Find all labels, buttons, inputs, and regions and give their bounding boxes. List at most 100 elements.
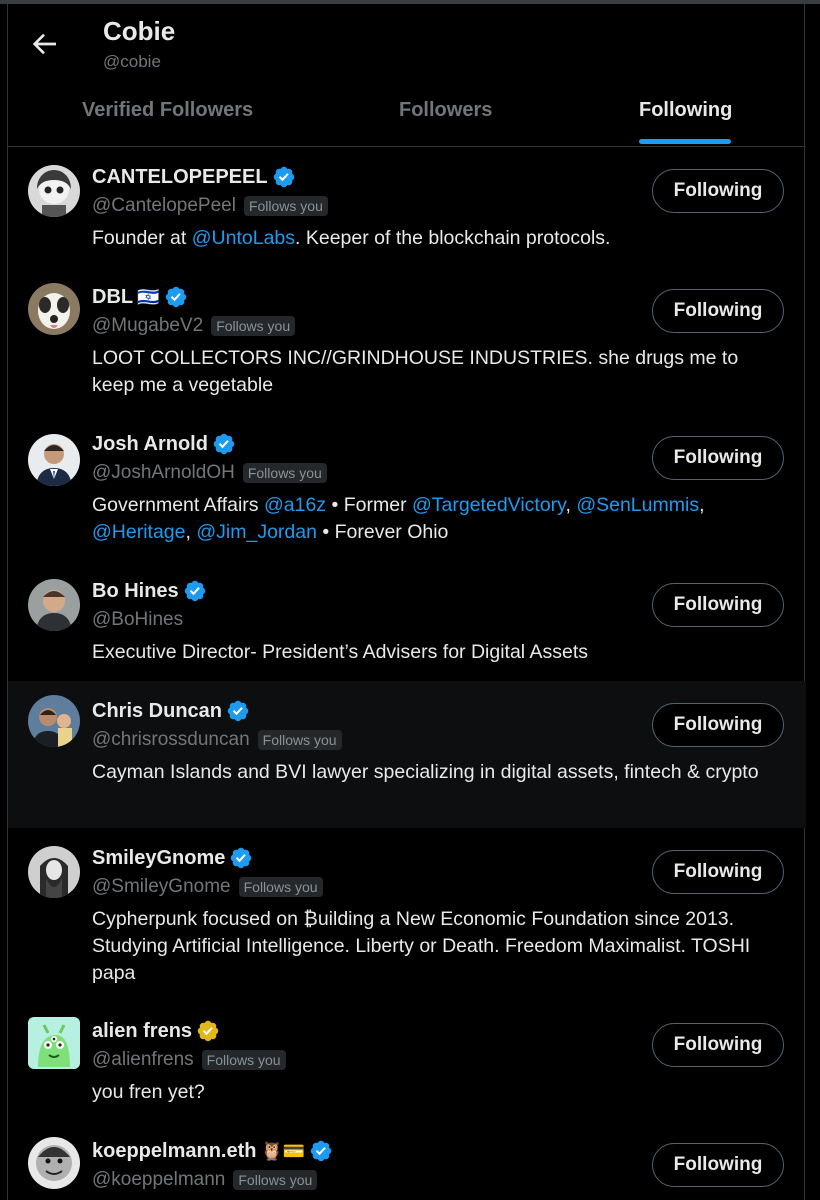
page-header: Cobie @cobie Verified Followers Follower… — [8, 4, 806, 147]
user-name-line[interactable]: Bo Hines — [92, 579, 207, 603]
user-display-name[interactable]: DBL — [92, 286, 133, 309]
avatar[interactable] — [28, 1137, 80, 1189]
user-name-line[interactable]: alien frens — [92, 1019, 220, 1043]
following-button[interactable]: Following — [652, 289, 784, 333]
page-title: Cobie — [103, 16, 176, 46]
user-bio: you fren yet? — [92, 1079, 782, 1106]
user-handle[interactable]: @koeppelmann — [92, 1169, 225, 1191]
avatar[interactable] — [28, 283, 80, 335]
following-button[interactable]: Following — [652, 703, 784, 747]
verified-badge-icon — [272, 165, 296, 189]
bio-text: , — [185, 521, 197, 543]
user-handle-line: @alienfrens Follows you — [92, 1049, 286, 1071]
user-row[interactable]: CANTELOPEPEEL @CantelopePeel Follows you Fo… — [8, 147, 806, 267]
bio-text: . Keeper of the blockchain protocols. — [295, 227, 611, 249]
user-display-name[interactable]: CANTELOPEPEEL — [92, 166, 268, 189]
user-row[interactable]: Josh Arnold @JoshArnoldOH Follows you Gover… — [8, 414, 806, 561]
user-handle[interactable]: @MugabeV2 — [92, 315, 203, 337]
user-display-name[interactable]: Bo Hines — [92, 580, 179, 603]
user-bio: Cypherpunk focused on ₿uilding a New Eco… — [92, 906, 782, 987]
user-bio: Founder at @UntoLabs. Keeper of the bloc… — [92, 225, 782, 252]
user-row[interactable]: Bo Hines @BoHines Executive Director- Pres… — [8, 561, 806, 681]
bio-text: Cayman Islands and BVI lawyer specializi… — [92, 761, 759, 783]
bio-mention-link[interactable]: @UntoLabs — [192, 227, 295, 249]
user-name-line[interactable]: koeppelmann.eth 🦉💳 — [92, 1139, 333, 1163]
user-handle-line: @chrisrossduncan Follows you — [92, 729, 342, 751]
avatar[interactable] — [28, 434, 80, 486]
bio-mention-link[interactable]: @Jim_Jordan — [196, 521, 317, 543]
follows-you-badge: Follows you — [201, 1050, 286, 1070]
user-handle[interactable]: @alienfrens — [92, 1049, 194, 1071]
bio-mention-link[interactable]: @a16z — [264, 494, 326, 516]
user-display-name[interactable]: Josh Arnold — [92, 433, 208, 456]
following-button[interactable]: Following — [652, 583, 784, 627]
bio-text: Cypherpunk focused on ₿uilding a New Eco… — [92, 908, 751, 984]
following-button[interactable]: Following — [652, 169, 784, 213]
bio-mention-link[interactable]: @SenLummis — [576, 494, 699, 516]
user-handle[interactable]: @JoshArnoldOH — [92, 462, 235, 484]
bio-text: you fren yet? — [92, 1081, 205, 1103]
user-name-line[interactable]: Chris Duncan — [92, 699, 250, 723]
name-emoji: 🦉💳 — [260, 1140, 306, 1161]
tab-verified-followers[interactable]: Verified Followers — [82, 99, 253, 122]
avatar[interactable] — [28, 1017, 80, 1069]
user-handle-line: @MugabeV2 Follows you — [92, 315, 296, 337]
follows-you-badge: Follows you — [238, 877, 323, 897]
bio-text: LOOT COLLECTORS INC//GRINDHOUSE INDUSTRI… — [92, 347, 739, 396]
following-button[interactable]: Following — [652, 1143, 784, 1187]
follows-you-badge: Follows you — [243, 196, 328, 216]
avatar[interactable] — [28, 165, 80, 217]
user-bio: LOOT COLLECTORS INC//GRINDHOUSE INDUSTRI… — [92, 345, 782, 399]
avatar[interactable] — [28, 579, 80, 631]
name-emoji: 🇮🇱 — [137, 286, 160, 307]
user-handle-line: @JoshArnoldOH Follows you — [92, 462, 327, 484]
bio-text: • Forever Ohio — [316, 521, 449, 543]
verified-badge-icon — [183, 579, 207, 603]
bio-text: , — [699, 494, 705, 516]
following-button[interactable]: Following — [652, 1023, 784, 1067]
user-handle-line: @CantelopePeel Follows you — [92, 195, 328, 217]
user-handle[interactable]: @CantelopePeel — [92, 195, 236, 217]
user-display-name[interactable]: SmileyGnome — [92, 847, 225, 870]
back-arrow-icon[interactable] — [28, 28, 60, 60]
user-name-line[interactable]: CANTELOPEPEEL — [92, 165, 296, 189]
follows-you-badge: Follows you — [233, 1170, 318, 1190]
user-row[interactable]: SmileyGnome @SmileyGnome Follows you Cypher… — [8, 828, 806, 1001]
bio-mention-link[interactable]: @TargetedVictory — [412, 494, 565, 516]
following-button[interactable]: Following — [652, 436, 784, 480]
user-row[interactable]: alien frens @alienfrens Follows you you fre… — [8, 1001, 806, 1121]
avatar[interactable] — [28, 846, 80, 898]
verified-badge-icon — [212, 432, 236, 456]
user-handle[interactable]: @SmileyGnome — [92, 876, 231, 898]
active-tab-indicator — [639, 139, 731, 144]
user-row[interactable]: Chris Duncan @chrisrossduncan Follows you C… — [8, 681, 806, 828]
verified-badge-icon — [164, 285, 188, 309]
user-handle[interactable]: @chrisrossduncan — [92, 729, 250, 751]
user-bio: Executive Director- President’s Advisers… — [92, 639, 782, 666]
tab-followers[interactable]: Followers — [399, 99, 492, 122]
user-display-name[interactable]: koeppelmann.eth — [92, 1140, 256, 1163]
user-handle[interactable]: @BoHines — [92, 609, 183, 631]
bio-text: , — [565, 494, 577, 516]
user-name-line[interactable]: Josh Arnold — [92, 432, 236, 456]
avatar[interactable] — [28, 695, 80, 747]
user-row[interactable]: koeppelmann.eth 🦉💳 @koeppelmann Follows you… — [8, 1121, 806, 1200]
following-button[interactable]: Following — [652, 850, 784, 894]
tab-following[interactable]: Following — [639, 99, 732, 122]
page-handle: @cobie — [103, 52, 161, 71]
bio-mention-link[interactable]: @Heritage — [92, 521, 186, 543]
user-display-name[interactable]: Chris Duncan — [92, 700, 222, 723]
user-name-line[interactable]: SmileyGnome — [92, 846, 253, 870]
user-name-line[interactable]: DBL 🇮🇱 — [92, 285, 188, 309]
bio-text: Government Affairs — [92, 494, 264, 516]
user-display-name[interactable]: alien frens — [92, 1020, 192, 1043]
user-handle-line: @BoHines — [92, 609, 183, 631]
user-handle-line: @SmileyGnome Follows you — [92, 876, 323, 898]
user-row[interactable]: DBL 🇮🇱 @MugabeV2 Follows you LOOT COLLECTORS… — [8, 267, 806, 414]
verified-badge-icon — [229, 846, 253, 870]
verified-badge-icon — [226, 699, 250, 723]
verified-badge-icon — [309, 1139, 333, 1163]
user-bio: Government Affairs @a16z • Former @Targe… — [92, 492, 782, 546]
following-page: Cobie @cobie Verified Followers Follower… — [7, 4, 806, 1200]
user-bio: Cayman Islands and BVI lawyer specializi… — [92, 759, 782, 786]
